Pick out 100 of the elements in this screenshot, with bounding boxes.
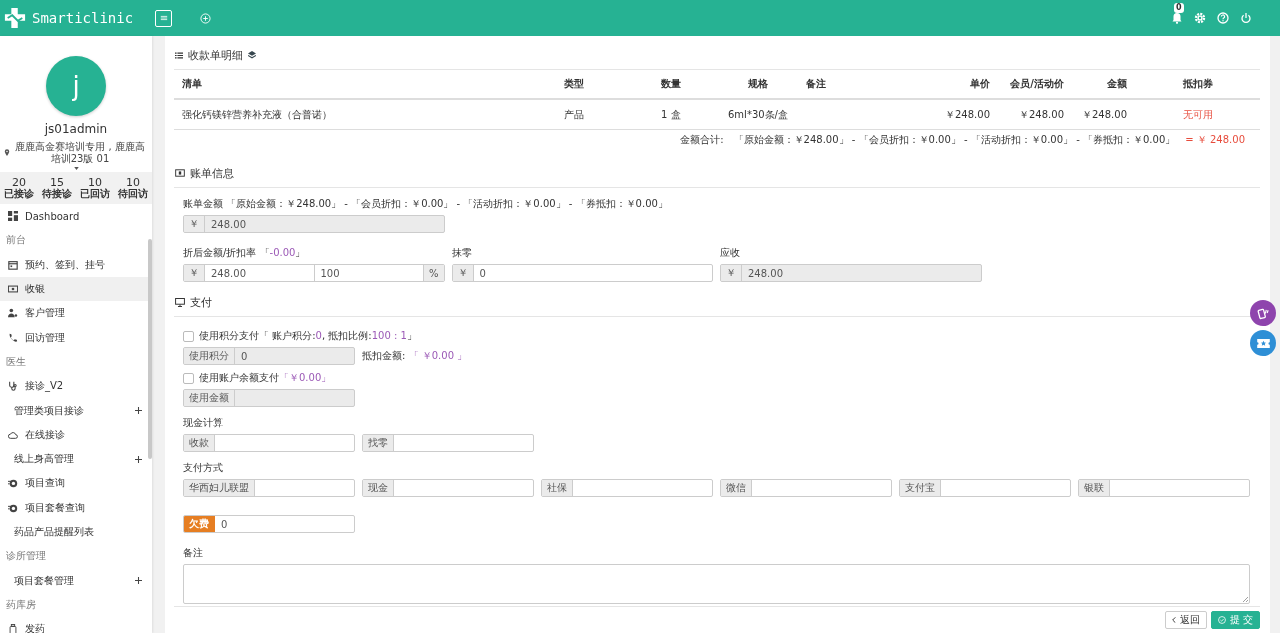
stethoscope-icon (8, 381, 18, 392)
username: js01admin (44, 122, 108, 136)
nav-item[interactable]: 药品产品提醒列表 (0, 519, 152, 545)
menu-icon (159, 14, 168, 22)
table-cell-text: ￥248.00 (944, 107, 991, 122)
settings-icon[interactable] (1194, 12, 1206, 24)
grid-icon (8, 211, 18, 222)
table-cell-text: ￥248.00 (1018, 107, 1065, 122)
balance-field[interactable]: 使用金额 (183, 389, 355, 407)
total-label: 金额合计: (680, 133, 724, 147)
cross-logo-icon (4, 7, 26, 29)
nav-item[interactable]: 回访管理 (0, 325, 152, 350)
column-header: 单价 (969, 77, 991, 91)
bill-amount-label: 账单金额 「原始金额：￥248.00」 - 「会员折扣：￥0.00」 - 「活动折扣：￥0.00」 - 「券抵扣：￥0.00」 (183, 198, 669, 210)
column-header: 金额 (1106, 77, 1128, 91)
table-cell-text: 产品 (563, 107, 585, 122)
monitor-icon (175, 297, 185, 307)
nav-item[interactable]: 项目套餐查询 (0, 495, 152, 520)
stat-value: 10 (88, 177, 102, 188)
nav-item[interactable]: 项目套餐管理 (0, 568, 152, 593)
clinic-selector[interactable]: 鹿鹿高金赛培训专用 , 鹿鹿高培训23版 01 (12, 141, 148, 165)
payment-methods-label: 支付方式 (183, 462, 224, 474)
table-cell-text: 无可用 (1181, 107, 1214, 122)
nav-item[interactable]: 预约、签到、挂号 (0, 252, 152, 277)
cloud-icon (8, 429, 18, 440)
column-header: 类型 (563, 77, 585, 91)
nav-section-label: 药库房 (5, 597, 37, 612)
section-title: 收款单明细 (188, 47, 243, 63)
ticket-icon (1256, 338, 1270, 348)
balance-payment-label: 使用账户余额支付「￥0.00」 (199, 372, 332, 384)
scrollbar[interactable] (148, 239, 152, 459)
receivable-label: 应收 (720, 247, 741, 259)
section-title: 账单信息 (190, 165, 234, 181)
nav-section-label: 诊所管理 (5, 549, 47, 564)
rounding-field[interactable]: ￥ 0 (451, 264, 713, 282)
total-amount: = ￥ 248.00 (1185, 133, 1245, 147)
points-field[interactable]: 使用积分 0 (183, 347, 355, 365)
add-icon[interactable] (200, 12, 211, 24)
nav-item[interactable]: 项目查询 (0, 471, 152, 496)
total-breakdown: 「原始金额：￥248.00」 - 「会员折扣：￥0.00」 - 「活动折扣：￥0.00」 - 「券抵扣：￥0.00」 (733, 133, 1176, 147)
discount-field[interactable]: ￥ 248.00 100 % (183, 264, 445, 282)
cash-field[interactable]: 找零 (362, 434, 534, 452)
expand-plus-icon[interactable] (135, 455, 142, 463)
bell-icon[interactable] (1171, 12, 1183, 24)
stat-label: 待接诊 (42, 188, 72, 199)
nav-item[interactable]: Dashboard (0, 204, 152, 229)
expand-plus-icon[interactable] (135, 577, 142, 585)
payment-method-field[interactable]: 银联 (1078, 479, 1250, 497)
back-button[interactable]: 返回 (1164, 611, 1207, 629)
deduction-label: 抵扣金额: 「 ￥0.00 」 (362, 350, 469, 362)
list-icon (175, 51, 183, 59)
stat-value: 20 (12, 177, 26, 188)
bill-amount-field[interactable]: ￥ 248.00 (183, 215, 445, 233)
table-cell-text: ￥248.00 (1081, 107, 1128, 122)
cash-label: 现金计算 (183, 417, 224, 429)
check-circle-icon (1217, 616, 1226, 624)
card-icon (1256, 306, 1270, 320)
location-pin-icon (4, 149, 10, 157)
payment-method-field[interactable]: 华西妇儿联盟 (183, 479, 355, 497)
stat-value: 10 (126, 177, 140, 188)
help-icon[interactable] (1217, 12, 1229, 24)
nav-item[interactable]: 线上身高管理 (0, 446, 152, 472)
notification-badge: 0 (1174, 3, 1184, 13)
notes-label: 备注 (183, 547, 204, 559)
payment-method-field[interactable]: 现金 (362, 479, 534, 497)
column-header: 抵扣券 (1181, 77, 1214, 91)
person-icon (8, 308, 18, 319)
nav-item[interactable]: 管理类项目接诊 (0, 398, 152, 423)
stat-label: 已接诊 (4, 188, 34, 199)
nav-section-label: 医生 (5, 354, 27, 369)
payment-method-field[interactable]: 社保 (541, 479, 713, 497)
stat-label: 待回访 (118, 188, 148, 199)
column-header: 清单 (181, 77, 203, 91)
resize-grip-icon[interactable] (1242, 596, 1248, 602)
cash-field[interactable]: 收款 (183, 434, 355, 452)
rounding-label: 抹零 (451, 247, 473, 259)
nav-item[interactable]: 在线接诊 (0, 422, 152, 447)
receivable-field[interactable]: ￥ 248.00 (720, 264, 982, 282)
expand-plus-icon[interactable] (135, 407, 142, 414)
menu-button[interactable] (155, 9, 172, 27)
chevron-left-icon (1171, 617, 1176, 623)
payment-method-field[interactable]: 微信 (720, 479, 892, 497)
debt-field[interactable]: 欠费 0 (183, 515, 355, 533)
bottle-icon (8, 624, 18, 633)
power-icon[interactable] (1240, 12, 1252, 24)
nav-item[interactable]: 客户管理 (0, 301, 152, 326)
checkbox[interactable] (183, 330, 194, 342)
nav-item[interactable]: 接诊_V2 (0, 374, 152, 399)
checkbox[interactable] (183, 372, 194, 384)
column-header: 会员/活动价 (1009, 77, 1065, 91)
column-header: 数量 (660, 77, 682, 91)
table-cell-text: 1 盒 (660, 107, 682, 122)
column-header: 备注 (805, 77, 827, 91)
caret-icon[interactable] (73, 167, 79, 170)
table-cell-text: 6ml*30条/盒 (727, 107, 789, 122)
money-icon (175, 169, 185, 177)
payment-method-field[interactable]: 支付宝 (899, 479, 1071, 497)
layers-icon[interactable] (248, 51, 256, 59)
notes-field[interactable] (183, 564, 1250, 604)
nav-item[interactable]: 发药 (0, 617, 152, 633)
